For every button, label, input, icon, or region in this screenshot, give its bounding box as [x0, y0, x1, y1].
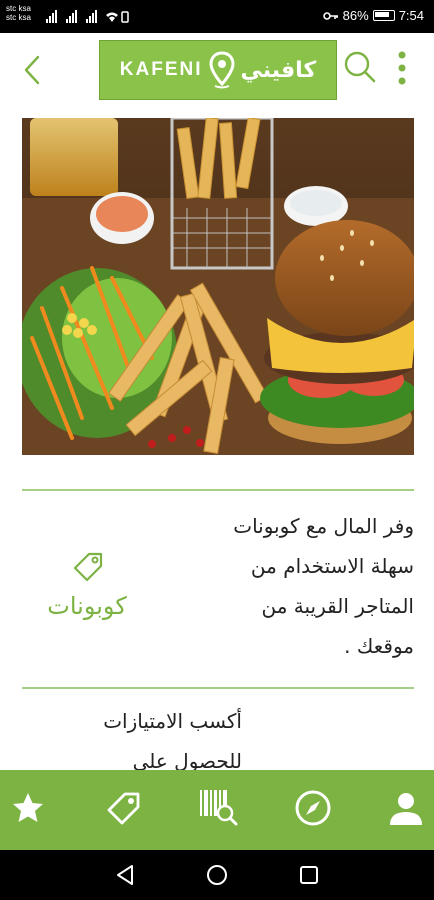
back-button[interactable] [18, 53, 48, 87]
system-navigation-bar [0, 850, 434, 900]
coupons-card: وفر المال مع كوبونات سهلة الاستخدام من ا… [22, 500, 414, 680]
burger-fries-illustration [22, 118, 414, 455]
signal-icons [46, 10, 129, 23]
status-bar: stc ksa stc ksa 86% 7:54 [0, 0, 434, 33]
clock: 7:54 [398, 8, 424, 23]
carrier-2: stc ksa [6, 13, 31, 22]
key-icon [322, 11, 338, 20]
kafeni-logo: KAFENI كافيني [99, 40, 337, 100]
search-icon [344, 51, 376, 83]
section-divider [22, 489, 414, 491]
logo-arabic-text: كافيني [240, 57, 317, 83]
nav-scan[interactable] [198, 788, 238, 828]
coupons-text-line: المتاجر القريبة من [261, 594, 414, 618]
compass-icon [295, 790, 331, 826]
tag-icon [73, 552, 103, 582]
section-divider [22, 687, 414, 689]
app-header: KAFENI كافيني [0, 33, 434, 117]
back-icon [117, 865, 133, 885]
coupons-text-line: وفر المال مع كوبونات [233, 514, 414, 538]
star-icon [13, 793, 43, 822]
profile-icon [390, 793, 422, 825]
home-icon [207, 865, 227, 885]
chevron-left-icon [24, 55, 40, 85]
status-right: 86% 7:54 [322, 8, 424, 23]
search-button[interactable] [342, 49, 378, 85]
carrier-labels: stc ksa stc ksa [6, 4, 31, 22]
system-back-button[interactable] [113, 863, 137, 887]
battery-percent: 86% [342, 8, 369, 23]
carrier-1: stc ksa [6, 4, 31, 13]
logo-latin-text: KAFENI [119, 59, 203, 80]
hero-food-image [22, 118, 414, 455]
coupons-text-line: سهلة الاستخدام من [250, 554, 414, 578]
coupons-button[interactable]: كوبونات [22, 548, 152, 620]
nav-profile[interactable] [386, 788, 426, 828]
tag-icon [107, 792, 140, 825]
rewards-text-line: أكسب الامتيازات [103, 709, 242, 733]
location-pin-icon [209, 51, 235, 89]
coupons-description: وفر المال مع كوبونات سهلة الاستخدام من ا… [214, 506, 414, 666]
rewards-description: أكسب الامتيازات للحصول على [42, 701, 242, 781]
battery-icon [372, 10, 395, 21]
coupons-label: كوبونات [47, 592, 127, 620]
system-home-button[interactable] [205, 863, 229, 887]
nav-favorites[interactable] [8, 788, 48, 828]
system-recents-button[interactable] [297, 863, 321, 887]
recents-icon [300, 866, 318, 884]
nav-explore[interactable] [293, 788, 333, 828]
overflow-menu-button[interactable] [392, 49, 412, 89]
rewards-card: أكسب الامتيازات للحصول على [22, 695, 414, 773]
bottom-navigation [0, 770, 434, 850]
barcode-search-icon [200, 790, 238, 826]
coupons-text-line: موقعك . [344, 634, 414, 658]
nav-coupons[interactable] [103, 788, 143, 828]
more-vert-icon [398, 51, 406, 85]
